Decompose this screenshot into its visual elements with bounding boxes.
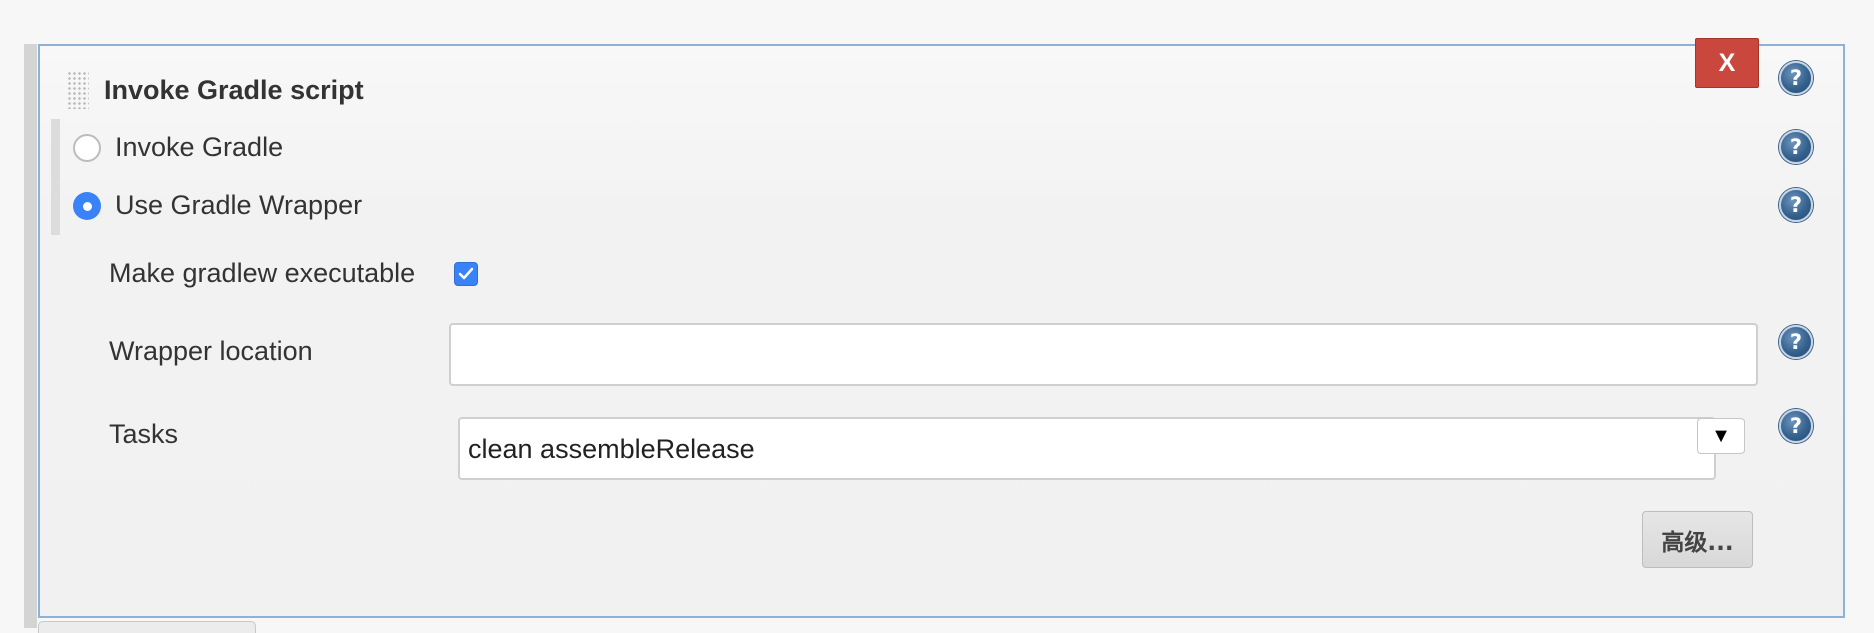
wrapper-location-input[interactable]	[449, 323, 1758, 386]
help-icon[interactable]: ?	[1779, 61, 1813, 95]
tasks-label: Tasks	[109, 419, 179, 449]
wrapper-location-label: Wrapper location	[109, 336, 313, 366]
use-gradle-wrapper-radio[interactable]	[73, 192, 101, 220]
help-icon[interactable]: ?	[1779, 409, 1813, 443]
next-section-tab	[38, 621, 256, 633]
make-executable-checkbox[interactable]	[454, 262, 478, 286]
advanced-button[interactable]: 高级...	[1642, 511, 1753, 568]
build-step-panel: Invoke Gradle script X ? Invoke Gradle ?…	[38, 38, 1845, 618]
help-icon[interactable]: ?	[1779, 188, 1813, 222]
invoke-gradle-label[interactable]: Invoke Gradle	[115, 130, 283, 164]
invoke-gradle-radio[interactable]	[73, 134, 101, 162]
radio-group-bar	[51, 119, 60, 235]
step-title: Invoke Gradle script	[104, 75, 364, 105]
drag-handle-icon[interactable]	[67, 71, 89, 109]
help-icon[interactable]: ?	[1779, 325, 1813, 359]
make-executable-label: Make gradlew executable	[109, 258, 416, 288]
outer-section-bar	[24, 44, 37, 628]
delete-step-button[interactable]: X	[1695, 38, 1759, 88]
tasks-expand-button[interactable]: ▼	[1697, 418, 1745, 454]
help-icon[interactable]: ?	[1779, 130, 1813, 164]
dropdown-arrow-icon: ▼	[1711, 424, 1731, 447]
use-gradle-wrapper-label[interactable]: Use Gradle Wrapper	[115, 188, 362, 222]
checkmark-icon	[458, 267, 474, 280]
tasks-input[interactable]: clean assembleRelease	[458, 417, 1716, 480]
